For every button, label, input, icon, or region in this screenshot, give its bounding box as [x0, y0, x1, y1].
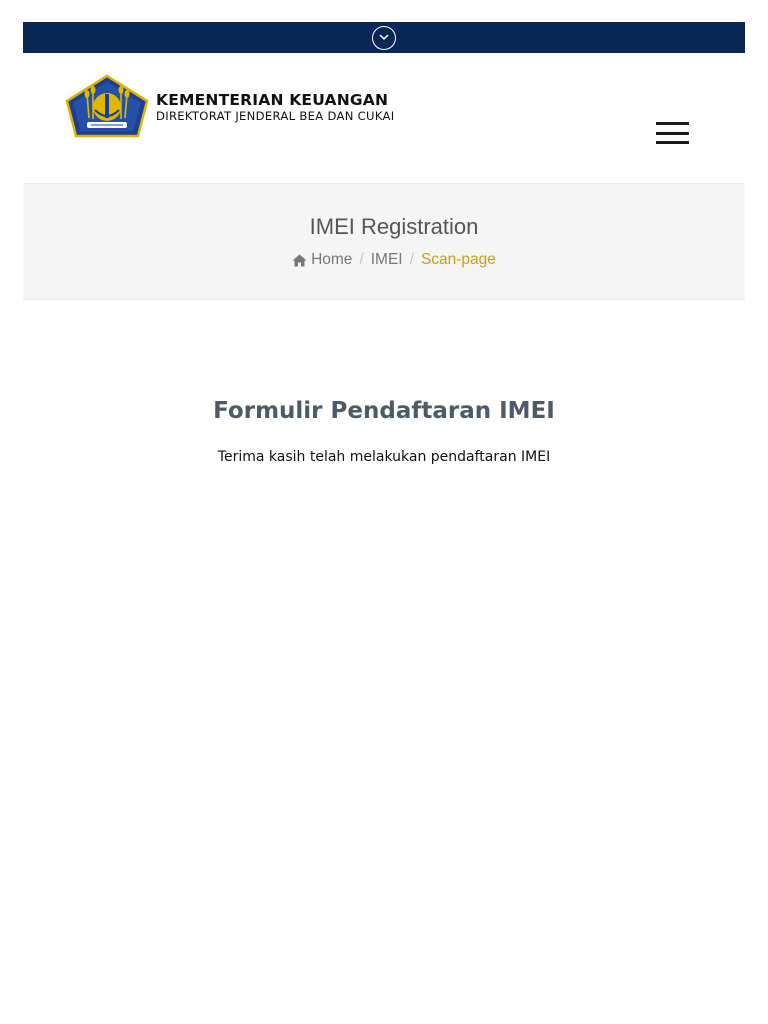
- site-logo[interactable]: KEMENTERIAN KEUANGAN DIREKTORAT JENDERAL…: [65, 74, 395, 138]
- hamburger-menu-icon-bar-bottom: [656, 141, 689, 144]
- kemenkeu-emblem: [65, 74, 149, 138]
- hamburger-menu-icon-bar-middle: [656, 131, 689, 135]
- home-icon: [292, 254, 307, 266]
- top-bar-toggle-button[interactable]: [372, 25, 396, 50]
- logo-text: KEMENTERIAN KEUANGAN DIREKTORAT JENDERAL…: [156, 91, 395, 123]
- page-frame: KEMENTERIAN KEUANGAN DIREKTORAT JENDERAL…: [23, 22, 745, 466]
- breadcrumb: Home / IMEI / Scan-page: [43, 250, 745, 270]
- breadcrumb-current: Scan-page: [420, 251, 496, 268]
- site-header: KEMENTERIAN KEUANGAN DIREKTORAT JENDERAL…: [23, 53, 745, 184]
- breadcrumb-imei-link[interactable]: IMEI: [371, 250, 403, 270]
- page-title: IMEI Registration: [309, 214, 479, 239]
- breadcrumb-home-link[interactable]: Home: [292, 250, 352, 270]
- chevron-down-icon: [379, 34, 389, 40]
- breadcrumb-home-label: Home: [311, 251, 353, 268]
- hamburger-menu-button[interactable]: [656, 122, 689, 144]
- page-header: IMEI Registration Home / IMEI / Scan-pag…: [23, 184, 745, 300]
- logo-title: KEMENTERIAN KEUANGAN: [156, 91, 389, 109]
- confirmation-message: Terima kasih telah melakukan pendaftaran…: [217, 449, 551, 465]
- main-content: Formulir Pendaftaran IMEI Terima kasih t…: [23, 396, 745, 466]
- hamburger-menu-icon-bar-top: [656, 122, 689, 125]
- logo-subtitle: DIREKTORAT JENDERAL BEA DAN CUKAI: [156, 109, 395, 123]
- top-bar: [23, 22, 745, 53]
- breadcrumb-separator: /: [409, 251, 414, 268]
- form-title: Formulir Pendaftaran IMEI: [213, 398, 555, 424]
- breadcrumb-separator: /: [359, 251, 364, 268]
